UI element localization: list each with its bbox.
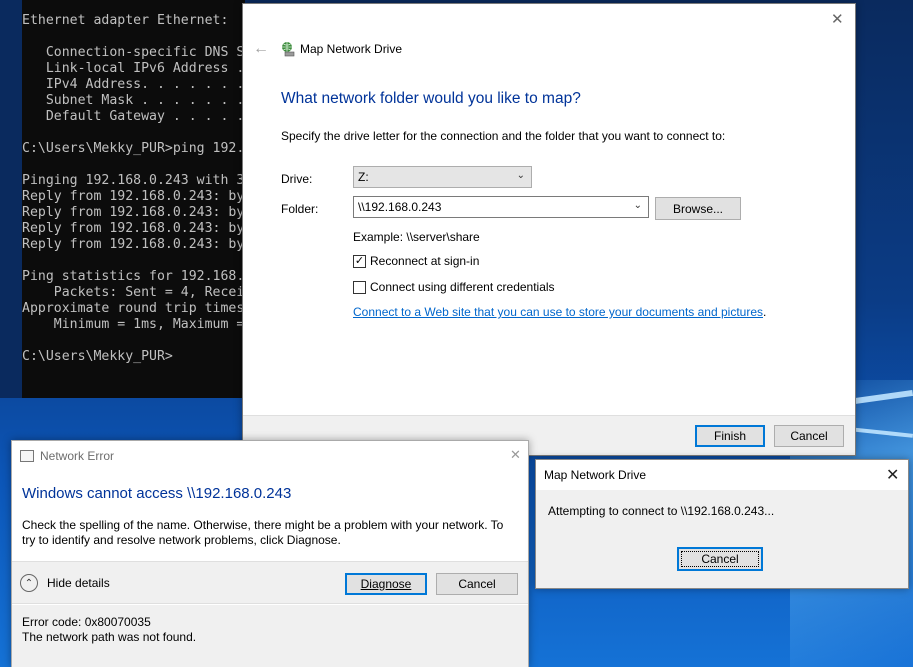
connecting-title: Map Network Drive bbox=[544, 468, 647, 482]
error-code: Error code: 0x80070035 bbox=[22, 615, 151, 629]
folder-input[interactable]: \\192.168.0.243 ⌄ bbox=[353, 196, 649, 218]
network-drive-icon bbox=[282, 42, 295, 57]
web-site-link[interactable]: Connect to a Web site that you can use t… bbox=[353, 305, 766, 319]
link-period: . bbox=[763, 305, 767, 319]
wizard-title: Map Network Drive bbox=[300, 42, 403, 56]
reconnect-checkbox[interactable]: ✓ bbox=[353, 254, 366, 268]
chevron-up-icon[interactable]: ⌃ bbox=[20, 574, 38, 592]
network-error-title: Network Error bbox=[40, 449, 115, 463]
command-prompt-window[interactable]: Ethernet adapter Ethernet: Connection-sp… bbox=[0, 0, 245, 398]
folder-example: Example: \\server\share bbox=[353, 230, 480, 244]
back-arrow-icon[interactable]: ← bbox=[253, 40, 269, 58]
wizard-instructions: Specify the drive letter for the connect… bbox=[281, 129, 726, 143]
drive-select-value: Z: bbox=[358, 170, 369, 184]
credentials-checkbox-row[interactable]: Connect using different credentials bbox=[353, 280, 555, 294]
wizard-cancel-button[interactable]: Cancel bbox=[774, 425, 844, 447]
hide-details-label: Hide details bbox=[47, 576, 110, 590]
diagnose-button[interactable]: Diagnose bbox=[345, 573, 427, 595]
reconnect-checkbox-row[interactable]: ✓ Reconnect at sign-in bbox=[353, 254, 479, 268]
console-output: Ethernet adapter Ethernet: Connection-sp… bbox=[22, 13, 245, 364]
web-site-link-text[interactable]: Connect to a Web site that you can use t… bbox=[353, 305, 763, 319]
error-details-panel: Error code: 0x80070035 The network path … bbox=[12, 605, 528, 667]
drive-select[interactable]: Z: ⌄ bbox=[353, 166, 532, 188]
credentials-label: Connect using different credentials bbox=[370, 280, 555, 294]
map-network-drive-wizard: ← Map Network Drive ✕ What network folde… bbox=[242, 3, 856, 456]
folder-label: Folder: bbox=[281, 202, 319, 216]
diagnose-label: Diagnose bbox=[360, 577, 412, 591]
wizard-heading: What network folder would you like to ma… bbox=[281, 90, 581, 107]
network-error-heading: Windows cannot access \\192.168.0.243 bbox=[22, 485, 292, 502]
close-icon[interactable]: ✕ bbox=[886, 465, 899, 485]
close-icon[interactable]: ✕ bbox=[510, 447, 521, 463]
reconnect-label: Reconnect at sign-in bbox=[370, 254, 480, 268]
network-error-dialog: Network Error ✕ Windows cannot access \\… bbox=[11, 440, 529, 667]
connecting-titlebar: Map Network Drive bbox=[536, 460, 908, 490]
chevron-down-icon: ⌄ bbox=[516, 170, 525, 181]
folder-input-value: \\192.168.0.243 bbox=[358, 200, 442, 214]
hide-details-toggle[interactable]: ⌃ Hide details bbox=[20, 574, 110, 592]
error-text: The network path was not found. bbox=[22, 630, 197, 644]
credentials-checkbox[interactable] bbox=[353, 280, 366, 294]
network-error-message: Check the spelling of the name. Otherwis… bbox=[22, 518, 504, 547]
network-error-cancel-button[interactable]: Cancel bbox=[436, 573, 518, 595]
browse-button[interactable]: Browse... bbox=[655, 197, 741, 220]
network-error-titlebar: Network Error bbox=[20, 449, 114, 463]
connecting-message: Attempting to connect to \\192.168.0.243… bbox=[548, 504, 775, 518]
chevron-down-icon[interactable]: ⌄ bbox=[634, 200, 642, 211]
window-icon bbox=[20, 450, 34, 462]
drive-label: Drive: bbox=[281, 172, 313, 186]
connecting-dialog: Map Network Drive ✕ Attempting to connec… bbox=[535, 459, 909, 589]
finish-button[interactable]: Finish bbox=[695, 425, 765, 447]
close-icon[interactable]: ✕ bbox=[831, 10, 844, 28]
connecting-cancel-button[interactable]: Cancel bbox=[677, 547, 763, 571]
